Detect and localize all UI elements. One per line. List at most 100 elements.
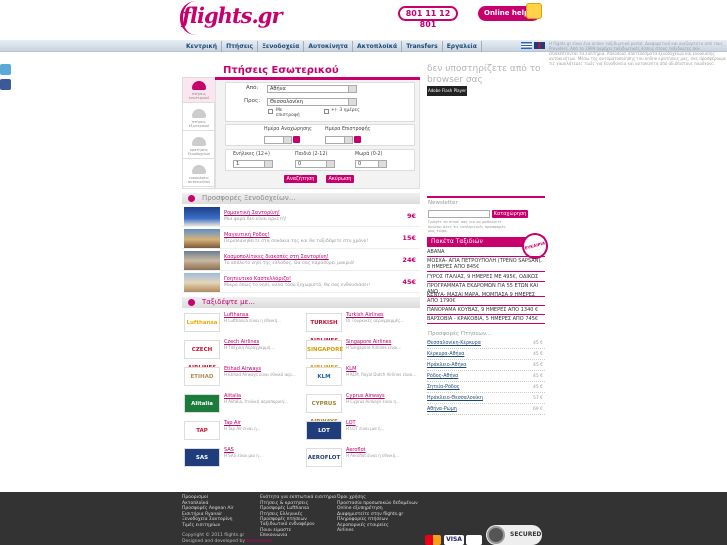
help-chat-icon[interactable]	[526, 3, 542, 19]
airline-logo[interactable]: SINGAPORE AIRLINES	[306, 340, 343, 371]
greek-flag-icon[interactable]	[521, 42, 532, 49]
flight-offer-route[interactable]: Ηράκλειο-Θεσσαλονίκη	[427, 396, 483, 401]
nav-item-flights[interactable]: Πτήσεις	[222, 41, 259, 52]
airline-item[interactable]: SINGAPORE AIRLINESSingapore AirlinesΗ Si…	[304, 338, 422, 371]
airline-logo[interactable]: TAP	[184, 421, 220, 440]
hotel-thumbnail[interactable]	[184, 207, 220, 226]
children-label: Παιδιά (2-12)	[295, 152, 328, 157]
footer-link[interactable]: Τιμές εισιτηρίων	[182, 523, 220, 529]
airline-logo[interactable]: Alitalia	[184, 394, 220, 413]
travel-package-item[interactable]: ΓΥΡΟΣ ΙΤΑΛΙΑΣ, 9 ΗΜΕΡΕΣ ΜΕ 495€, ΟΔΙΚΩΣ	[427, 273, 545, 282]
airline-logo[interactable]: Lufthansa	[184, 313, 220, 332]
airline-logo[interactable]: KLM	[306, 367, 342, 386]
plane-icon	[192, 109, 206, 118]
departure-date-input[interactable]	[264, 136, 292, 144]
flight-offer-row[interactable]: Ηράκλειο-Θεσσαλονίκη 57 €	[427, 394, 545, 404]
adults-label: Ενήλικες (12+)	[233, 152, 270, 157]
airline-item[interactable]: ETIHAD Etihad Airways Η Etihad Airways είν…	[182, 365, 300, 389]
airline-item[interactable]: CZECH AIRLINESCzech AirlinesΗ Τσέχικη Αε…	[182, 338, 300, 371]
airline-desc: Η Aeroflot είναι η εθνική...	[346, 453, 399, 458]
airline-logo[interactable]: CYPRUS AIRWAYS	[306, 394, 342, 425]
airline-logo[interactable]: CZECH AIRLINES	[184, 340, 220, 371]
flight-offer-route[interactable]: Σητεία-Ρόδος	[427, 385, 460, 390]
hotel-offer-title[interactable]: Ρομαντική Σαντορίνη!	[224, 210, 280, 216]
nav-item-cars[interactable]: Αυτοκίνητα	[304, 41, 353, 52]
airline-item[interactable]: TAP Tap Air Η Tap Air είναι η...	[182, 419, 300, 443]
newsletter-email-input[interactable]	[428, 210, 490, 218]
flight-offer-route[interactable]: Κέρκυρα-Αθήνα	[427, 352, 464, 357]
nav-item-tools[interactable]: Εργαλεία	[443, 41, 482, 52]
flight-offer-row[interactable]: Ηράκλειο-Αθήνα 45 €	[427, 361, 545, 371]
flight-offer-row[interactable]: Κέρκυρα-Αθήνα 45 €	[427, 350, 545, 360]
flight-offer-route[interactable]: Ρόδος-Αθήνα	[427, 374, 458, 379]
children-select[interactable]: 0	[295, 160, 335, 168]
hotel-offer-row[interactable]: Κοσμοπολίτικες διακοπές στη Σαντορίνη! Τ…	[182, 250, 420, 271]
to-select[interactable]: Θεσσαλονίκη	[267, 98, 357, 106]
flight-offer-route[interactable]: Αθήνα-Ρώμη	[427, 407, 457, 412]
side-menu-cars[interactable]: ενοικιάσεις αυτοκινήτου	[183, 162, 215, 187]
cancel-button[interactable]: Ακύρωση	[326, 175, 354, 183]
travel-package-item[interactable]: ΜΟΣΧΑ- ΑΓΙΑ ΠΕΤΡΟΥΠΟΛΗ (ΤΡΕΝΟ SAPSAN), 8…	[427, 257, 545, 272]
calendar-icon[interactable]	[293, 136, 300, 143]
hotel-thumbnail[interactable]	[184, 273, 220, 292]
flight-offer-row[interactable]: Ρόδος-Αθήνα 45 €	[427, 372, 545, 382]
airline-logo[interactable]: TURKISH AIRLINES	[306, 313, 342, 344]
side-menu-hotels[interactable]: κρατήσεις ξενοδοχείων	[183, 134, 215, 159]
airline-item[interactable]: KLM KLM Η KLM, Royal Dutch Airlines είναι.…	[304, 365, 422, 389]
hotel-offer-row[interactable]: Γοητευτικό Καστελλόριζο! Μικρό όπως το ν…	[182, 272, 420, 293]
nav-item-ferries[interactable]: Ακτοπλοϊκά	[353, 41, 403, 52]
airline-item[interactable]: LOT LOT Η LOT είναι μια η...	[304, 419, 422, 443]
flight-offer-row[interactable]: Αθήνα-Ρώμη 69 €	[427, 405, 545, 415]
hotel-offer-title[interactable]: Γοητευτικό Καστελλόριζο!	[224, 276, 291, 282]
flight-offer-route[interactable]: Θεσσαλονίκη-Κέρκυρα	[427, 341, 481, 346]
designer-link[interactable]: technonext	[246, 539, 271, 544]
travel-package-item[interactable]: ΚΕΝΥΑ- ΜΑΣΑΙ ΜΑΡΑ, ΜΟΜΠΑΣΑ 9 ΗΜΕΡΕΣ ΑΠΟ …	[427, 291, 545, 306]
return-checkbox[interactable]	[268, 109, 273, 114]
airline-item[interactable]: AEROFLOT Aeroflot Η Aeroflot είναι η εθνικ…	[304, 446, 422, 470]
return-date-input[interactable]	[325, 136, 353, 144]
side-menu-international-flights[interactable]: πτήσεις εξωτερικού	[183, 106, 215, 131]
flex-days-checkbox[interactable]	[324, 109, 329, 114]
facebook-icon[interactable]	[0, 79, 11, 90]
flight-offer-row[interactable]: Σητεία-Ρόδος 45 €	[427, 383, 545, 393]
airline-item[interactable]: CYPRUS AIRWAYSCyprus AirwaysΗ Cyprus Air…	[304, 392, 422, 425]
footer-link[interactable]: Επικοινωνία	[260, 533, 287, 539]
footer-link[interactable]: Airlines	[337, 528, 354, 534]
airline-logo[interactable]: LOT	[306, 421, 342, 440]
uk-flag-icon[interactable]	[534, 42, 545, 49]
airline-desc: Η Cyprus Airways είναι η...	[346, 399, 400, 404]
hotel-thumbnail[interactable]	[184, 251, 220, 270]
airline-logo[interactable]: SAS	[184, 448, 220, 467]
nav-item-home[interactable]: Κεντρική	[182, 41, 223, 52]
side-menu-domestic-flights[interactable]: πτήσεις εσωτερικού	[183, 78, 215, 103]
hotel-offer-row[interactable]: Ρομαντική Σαντορίνη! Μια φορά δεν είναι …	[182, 206, 420, 227]
nav-item-hotels[interactable]: Ξενοδοχεία	[258, 41, 305, 52]
airline-item[interactable]: Lufthansa Lufthansa Η Lufthansa είναι η εθ…	[182, 311, 300, 335]
flight-offer-row[interactable]: Θεσσαλονίκη-Κέρκυρα 45 €	[427, 339, 545, 349]
airline-item[interactable]: SAS SAS Η SAS είναι μια η...	[182, 446, 300, 470]
flex-days-label: +/- 3 ημέρες	[331, 108, 360, 113]
from-select[interactable]: Αθήνα	[267, 85, 357, 93]
hotel-thumbnail[interactable]	[184, 229, 220, 248]
travel-package-item[interactable]: ΠΑΝΟΡΑΜΑ ΚΟΥΒΑΣ, 9 ΗΜΕΡΕΣ ΑΠΟ 1340 €	[427, 306, 545, 315]
hotel-offer-title[interactable]: Κοσμοπολίτικες διακοπές στη Σαντορίνη!	[224, 254, 329, 260]
airline-logo[interactable]: AEROFLOT	[306, 448, 342, 467]
hotel-offer-row[interactable]: Μαγευτική Ρόδος! Περιπλανηθείτε στα σοκά…	[182, 228, 420, 249]
nav-item-transfers[interactable]: Transfers	[402, 41, 443, 52]
flight-offer-route[interactable]: Ηράκλειο-Αθήνα	[427, 363, 466, 368]
search-button[interactable]: Αναζήτηση	[284, 175, 317, 183]
airline-item[interactable]: TURKISH AIRLINESTurkish AirlinesΟι Τουρκ…	[304, 311, 422, 344]
twitter-icon[interactable]	[0, 64, 11, 75]
infants-select[interactable]: 0	[355, 160, 387, 168]
newsletter-title: Newsletter	[428, 200, 458, 206]
flash-player-badge[interactable]: Adobe Flash Player	[427, 86, 467, 96]
hotel-offer-title[interactable]: Μαγευτική Ρόδος!	[224, 232, 270, 238]
airline-item[interactable]: Alitalia Alitalia Η Alitalia, Ιταλική αερο…	[182, 392, 300, 416]
calendar-icon[interactable]	[354, 136, 361, 143]
adults-select[interactable]: 1	[233, 160, 273, 168]
travel-package-item[interactable]: ΑΒΑΝΑ	[427, 248, 545, 257]
newsletter-submit-button[interactable]: Καταχώρηση	[492, 210, 528, 218]
site-logo[interactable]: flights.gr	[182, 3, 283, 28]
travel-package-item[interactable]: ΒΑΡΣΟΒΙΑ - ΚΡΑΚΟΒΙΑ, 5 ΗΜΕΡΕΣ ΑΠΟ 745€	[427, 315, 545, 324]
airline-logo[interactable]: ETIHAD	[184, 367, 220, 386]
